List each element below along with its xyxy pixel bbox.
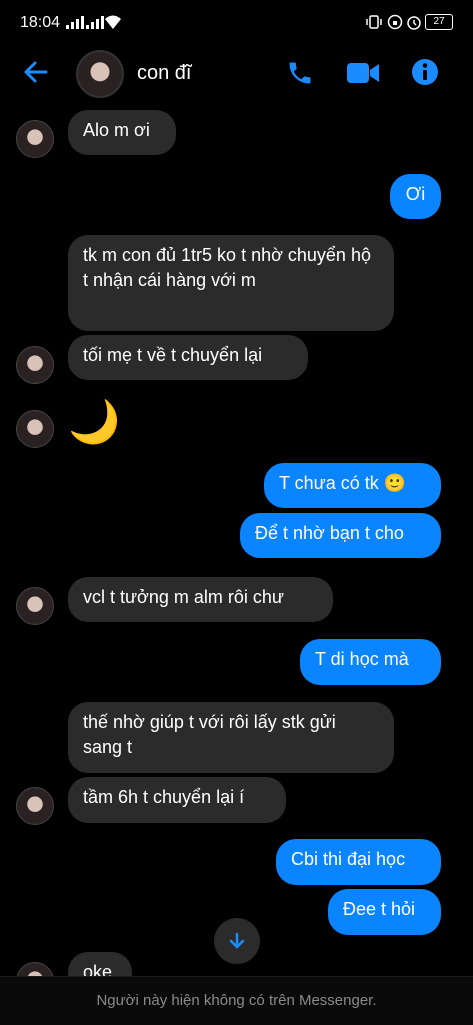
battery-indicator: 27	[425, 14, 453, 30]
incoming-message[interactable]: tk m con đủ 1tr5 ko t nhờ chuyển hộ t nh…	[68, 235, 394, 331]
alarm-icon	[407, 16, 421, 30]
sender-avatar[interactable]	[16, 120, 54, 158]
incoming-message[interactable]: thế nhờ giúp t với rôi lấy stk gửi sang …	[68, 702, 394, 773]
signal-icon-2	[86, 16, 104, 29]
incoming-message[interactable]: tầm 6h t chuyển lại í	[68, 777, 286, 823]
sender-avatar[interactable]	[16, 410, 54, 448]
contact-name[interactable]: con đĩ	[137, 62, 191, 85]
sender-avatar[interactable]	[16, 787, 54, 825]
incoming-message[interactable]: vcl t tưởng m alm rôi chư	[68, 577, 333, 622]
sender-avatar[interactable]	[16, 346, 54, 384]
info-icon[interactable]	[411, 58, 439, 86]
video-call-icon[interactable]	[346, 60, 380, 86]
incoming-message[interactable]: tối mẹ t về t chuyển lại	[68, 335, 308, 380]
arrow-down-icon	[229, 932, 245, 949]
contact-avatar[interactable]	[76, 50, 124, 98]
status-time: 18:04	[20, 14, 61, 31]
outgoing-message[interactable]: T di học mà	[300, 639, 441, 685]
status-bar: 18:04 27	[0, 0, 473, 48]
back-arrow-icon[interactable]	[22, 58, 50, 86]
outgoing-message[interactable]: T chưa có tk 🙂	[264, 463, 441, 508]
phone-call-icon[interactable]	[286, 59, 314, 87]
chat-header	[0, 48, 473, 98]
outgoing-message[interactable]: Ơi	[390, 174, 441, 219]
scroll-to-bottom-button[interactable]	[214, 918, 260, 964]
alarm-lock-icon	[387, 14, 403, 30]
moon-emoji-message[interactable]: 🌙	[68, 393, 120, 451]
unavailable-notice: Người này hiện không có trên Messenger.	[96, 992, 377, 1009]
outgoing-message[interactable]: Đee t hỏi	[328, 889, 441, 935]
wifi-icon	[105, 15, 121, 29]
incoming-message[interactable]: Alo m ơi	[68, 110, 176, 155]
vibrate-icon	[366, 15, 382, 29]
sender-avatar[interactable]	[16, 587, 54, 625]
signal-icon	[66, 16, 84, 29]
outgoing-message[interactable]: Để t nhờ bạn t cho	[240, 513, 441, 558]
outgoing-message[interactable]: Cbi thi đại học	[276, 839, 441, 885]
